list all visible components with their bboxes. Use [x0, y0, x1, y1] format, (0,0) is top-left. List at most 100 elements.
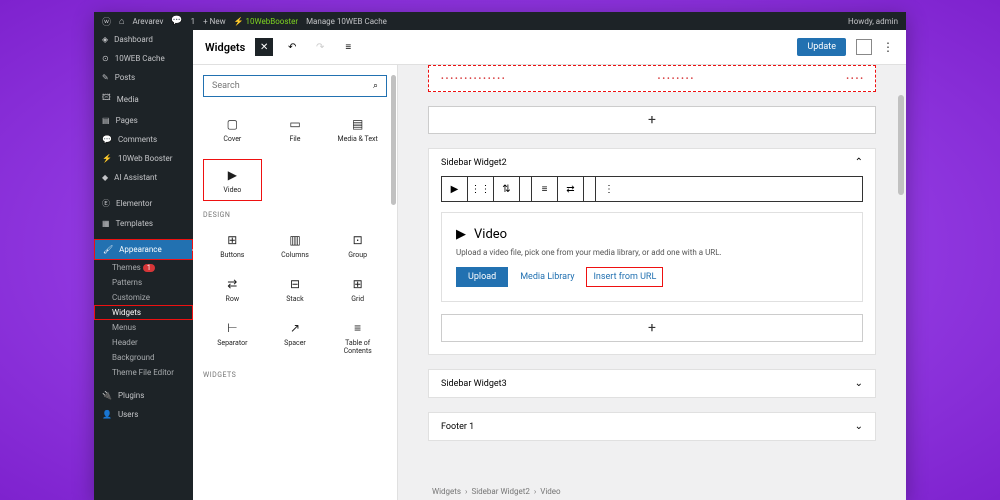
- new-link[interactable]: + New: [203, 17, 226, 26]
- sub-themes[interactable]: Themes1: [94, 260, 193, 275]
- tile-file[interactable]: ▭File: [266, 109, 325, 149]
- tile-group[interactable]: ⊡Group: [328, 225, 387, 265]
- sub-background[interactable]: Background: [94, 350, 193, 365]
- templates-icon: ▦: [102, 219, 110, 228]
- sidebar-item-users[interactable]: 👤Users: [94, 405, 193, 424]
- video-icon: ▶: [228, 166, 237, 184]
- elementor-icon: Ⓔ: [102, 198, 110, 209]
- file-icon: ▭: [289, 115, 300, 133]
- row-icon: ⇄: [227, 275, 237, 293]
- redo-button[interactable]: ↷: [311, 38, 329, 56]
- tile-row[interactable]: ⇄Row: [203, 269, 262, 309]
- booster-link[interactable]: ⚡ 10WebBooster: [234, 17, 298, 26]
- update-button[interactable]: Update: [797, 38, 846, 56]
- tool-move[interactable]: ⇅: [494, 177, 520, 201]
- undo-button[interactable]: ↶: [283, 38, 301, 56]
- tile-columns[interactable]: ▥Columns: [266, 225, 325, 265]
- media-icon: 🖾: [102, 92, 111, 106]
- insert-url-link[interactable]: Insert from URL: [586, 267, 663, 287]
- block-toolbar: ▶ ⋮⋮ ⇅ ≡ ⇄ ⋮: [441, 176, 863, 202]
- media-library-link[interactable]: Media Library: [520, 272, 574, 282]
- tile-media-text[interactable]: ▤Media & Text: [328, 109, 387, 149]
- cache-link[interactable]: Manage 10WEB Cache: [306, 17, 387, 26]
- plugins-icon: 🔌: [102, 391, 112, 400]
- sidebar-item-appearance[interactable]: 🖌Appearance: [94, 239, 193, 260]
- howdy[interactable]: Howdy, admin: [848, 17, 898, 26]
- tile-stack[interactable]: ⊟Stack: [266, 269, 325, 309]
- brush-icon: 🖌: [103, 245, 113, 254]
- media-text-icon: ▤: [352, 115, 363, 133]
- sidebar-item-comments[interactable]: 💬Comments: [94, 130, 193, 149]
- tile-toc[interactable]: ≡Table of Contents: [328, 313, 387, 361]
- collapse-icon[interactable]: ⌃: [855, 157, 863, 168]
- sub-menus[interactable]: Menus: [94, 320, 193, 335]
- booster-icon: ⚡: [102, 154, 112, 163]
- sub-patterns[interactable]: Patterns: [94, 275, 193, 290]
- block-search[interactable]: ⌕: [203, 75, 387, 97]
- sub-widgets[interactable]: Widgets: [94, 305, 193, 320]
- list-view-button[interactable]: ≡: [339, 38, 357, 56]
- placeholder-block[interactable]: • • • • • • • • • • • • • •• • • • • • •…: [428, 65, 876, 92]
- wp-admin-bar: ⓦ ⌂ Arevarev 💬 1 + New ⚡ 10WebBooster Ma…: [94, 12, 906, 30]
- tile-video[interactable]: ▶Video: [203, 159, 262, 201]
- footer1-widget[interactable]: Footer 1⌄: [428, 412, 876, 441]
- home-icon[interactable]: ⌂: [119, 16, 124, 27]
- group-icon: ⊡: [353, 231, 363, 249]
- cover-icon: ▢: [227, 115, 238, 133]
- search-input[interactable]: [212, 81, 373, 91]
- sidebar-item-posts[interactable]: ✎Posts: [94, 68, 193, 87]
- sidebar-widget3[interactable]: Sidebar Widget3⌄: [428, 369, 876, 398]
- add-block-button[interactable]: +: [428, 106, 876, 134]
- sidebar-item-plugins[interactable]: 🔌Plugins: [94, 386, 193, 405]
- sidebar-item-cache[interactable]: ⊙10WEB Cache: [94, 49, 193, 68]
- tool-video-icon[interactable]: ▶: [442, 177, 468, 201]
- panel-toggle[interactable]: [856, 39, 872, 55]
- pin-icon: ✎: [102, 73, 109, 82]
- sub-header[interactable]: Header: [94, 335, 193, 350]
- sub-customize[interactable]: Customize: [94, 290, 193, 305]
- tile-spacer[interactable]: ↗Spacer: [266, 313, 325, 361]
- close-button[interactable]: ✕: [255, 38, 273, 56]
- add-block-inner[interactable]: +: [441, 314, 863, 342]
- canvas-scrollbar[interactable]: [898, 95, 904, 195]
- admin-sidebar: ◈Dashboard ⊙10WEB Cache ✎Posts 🖾Media ▤P…: [94, 30, 193, 500]
- block-inserter: ⌕ ▢Cover ▭File ▤Media & Text ▶Video DESI…: [193, 65, 398, 500]
- sidebar-item-media[interactable]: 🖾Media: [94, 87, 193, 111]
- editor-canvas: • • • • • • • • • • • • • •• • • • • • •…: [398, 65, 906, 500]
- comments-icon[interactable]: 💬: [171, 16, 182, 26]
- tool-drag[interactable]: ⋮⋮: [468, 177, 494, 201]
- ai-icon: ◆: [102, 173, 108, 182]
- category-widgets: WIDGETS: [203, 371, 387, 379]
- expand-icon[interactable]: ⌄: [855, 421, 863, 432]
- side-scrollbar[interactable]: [391, 75, 396, 205]
- wp-logo-icon[interactable]: ⓦ: [102, 15, 111, 28]
- sidebar-item-ai[interactable]: ◆AI Assistant: [94, 168, 193, 187]
- tool-align[interactable]: ≡: [532, 177, 558, 201]
- site-name[interactable]: Arevarev: [132, 17, 163, 26]
- expand-icon[interactable]: ⌄: [855, 378, 863, 389]
- tile-buttons[interactable]: ⊞Buttons: [203, 225, 262, 265]
- tile-separator[interactable]: ⊢Separator: [203, 313, 262, 361]
- tile-grid[interactable]: ⊞Grid: [328, 269, 387, 309]
- cache-icon: ⊙: [102, 54, 109, 63]
- widget-title: Sidebar Widget2: [441, 158, 507, 168]
- stack-icon: ⊟: [290, 275, 300, 293]
- sidebar-item-pages[interactable]: ▤Pages: [94, 111, 193, 130]
- pages-icon: ▤: [102, 116, 110, 125]
- columns-icon: ▥: [289, 231, 300, 249]
- breadcrumb: Widgets›Sidebar Widget2›Video: [428, 487, 565, 496]
- tool-more[interactable]: ⋮: [596, 177, 622, 201]
- more-menu[interactable]: ⋮: [882, 40, 894, 54]
- upload-button[interactable]: Upload: [456, 267, 508, 287]
- dashboard-icon: ◈: [102, 35, 108, 44]
- users-icon: 👤: [102, 410, 112, 419]
- tool-replace[interactable]: ⇄: [558, 177, 584, 201]
- tile-cover[interactable]: ▢Cover: [203, 109, 262, 149]
- video-description: Upload a video file, pick one from your …: [456, 248, 848, 257]
- sub-theme-editor[interactable]: Theme File Editor: [94, 365, 193, 380]
- sidebar-item-dashboard[interactable]: ◈Dashboard: [94, 30, 193, 49]
- category-design: DESIGN: [203, 211, 387, 219]
- sidebar-item-elementor[interactable]: ⒺElementor: [94, 193, 193, 214]
- sidebar-item-booster[interactable]: ⚡10Web Booster: [94, 149, 193, 168]
- sidebar-item-templates[interactable]: ▦Templates: [94, 214, 193, 233]
